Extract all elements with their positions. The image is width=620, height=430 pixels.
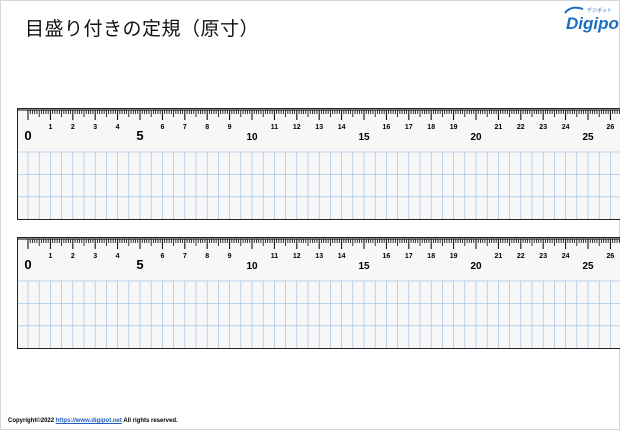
tick-label: 24 — [562, 253, 570, 260]
tick-label: 7 — [183, 253, 187, 260]
tick-label: 16 — [383, 124, 391, 131]
tick-label: 14 — [338, 253, 346, 260]
svg-text:Digipot: Digipot — [566, 14, 619, 33]
tick-label: 26 — [607, 253, 615, 260]
tick-label: 6 — [160, 124, 164, 131]
tick-label: 17 — [405, 253, 413, 260]
tick-label: 23 — [539, 124, 547, 131]
tick-label: 4 — [116, 253, 120, 260]
tick-label: 13 — [315, 124, 323, 131]
tick-label: 22 — [517, 124, 525, 131]
tick-label: 10 — [246, 132, 258, 143]
tick-label: 25 — [582, 261, 594, 272]
footer: Copyright©2022 https://www.digipot.net A… — [8, 418, 178, 424]
tick-label: 7 — [183, 124, 187, 131]
tick-label: 23 — [539, 253, 547, 260]
tick-label: 10 — [246, 261, 258, 272]
tick-label: 3 — [93, 253, 97, 260]
svg-text:デジポット: デジポット — [587, 7, 612, 14]
tick-label: 8 — [205, 253, 209, 260]
tick-label: 18 — [427, 253, 435, 260]
tick-label: 5 — [136, 128, 143, 143]
tick-label: 0 — [24, 128, 31, 143]
tick-label: 11 — [271, 253, 279, 260]
tick-label: 1 — [48, 253, 52, 260]
tick-label: 4 — [116, 124, 120, 131]
ruler-top: 0 1 2 3 4 5 6 7 8 9 10 11 12 13 14 15 16 17 18 19 20 21 22 23 24… — [17, 108, 620, 220]
footer-rights: All rights reserved. — [121, 418, 178, 424]
tick-label: 12 — [293, 253, 301, 260]
tick-label: 15 — [358, 261, 370, 272]
tick-label: 3 — [93, 124, 97, 131]
tick-label: 25 — [582, 132, 594, 143]
tick-label: 2 — [71, 124, 75, 131]
tick-label: 5 — [136, 257, 143, 272]
tick-label: 20 — [470, 132, 482, 143]
slide-title: 目盛り付きの定規（原寸） — [25, 18, 260, 40]
footer-copyright: Copyright©2022 — [8, 418, 56, 424]
tick-label: 19 — [450, 124, 458, 131]
tick-label: 11 — [271, 124, 279, 131]
digipot-logo[interactable]: Digipot デジポット — [561, 3, 620, 41]
tick-label: 16 — [383, 253, 391, 260]
tick-label: 15 — [358, 132, 370, 143]
ruler-scale: 01 2 3 456 7 8 91011 12 13 141516 17 18 192021 22 23 24… — [18, 238, 620, 348]
ruler-bottom: 0 1 2 3 4 5 6 7 8 9 10 11 12 13 14 15 16 17 18 19 20 21 22 23 24… — [17, 237, 620, 349]
tick-label: 2 — [71, 253, 75, 260]
tick-label: 9 — [228, 124, 232, 131]
tick-label: 9 — [228, 253, 232, 260]
tick-label: 18 — [427, 124, 435, 131]
tick-label: 22 — [517, 253, 525, 260]
tick-label: 24 — [562, 124, 570, 131]
tick-label: 1 — [48, 124, 52, 131]
tick-label: 14 — [338, 124, 346, 131]
tick-label: 17 — [405, 124, 413, 131]
footer-link[interactable]: https://www.digipot.net — [56, 418, 122, 424]
tick-label: 13 — [315, 253, 323, 260]
tick-label: 8 — [205, 124, 209, 131]
slide: 目盛り付きの定規（原寸） Digipot デジポット 0 1 2 3 4 5 6 7 8 9 10 1… — [0, 0, 620, 430]
tick-label: 12 — [293, 124, 301, 131]
tick-label: 20 — [470, 261, 482, 272]
tick-label: 0 — [24, 257, 31, 272]
tick-label: 21 — [495, 124, 503, 131]
tick-label: 26 — [607, 124, 615, 131]
ruler-scale: 01 2 3 456 7 8 91011 12 13 141516 17 18 192021 22 23 24… — [18, 109, 620, 219]
tick-label: 21 — [495, 253, 503, 260]
tick-label: 19 — [450, 253, 458, 260]
tick-label: 6 — [160, 253, 164, 260]
